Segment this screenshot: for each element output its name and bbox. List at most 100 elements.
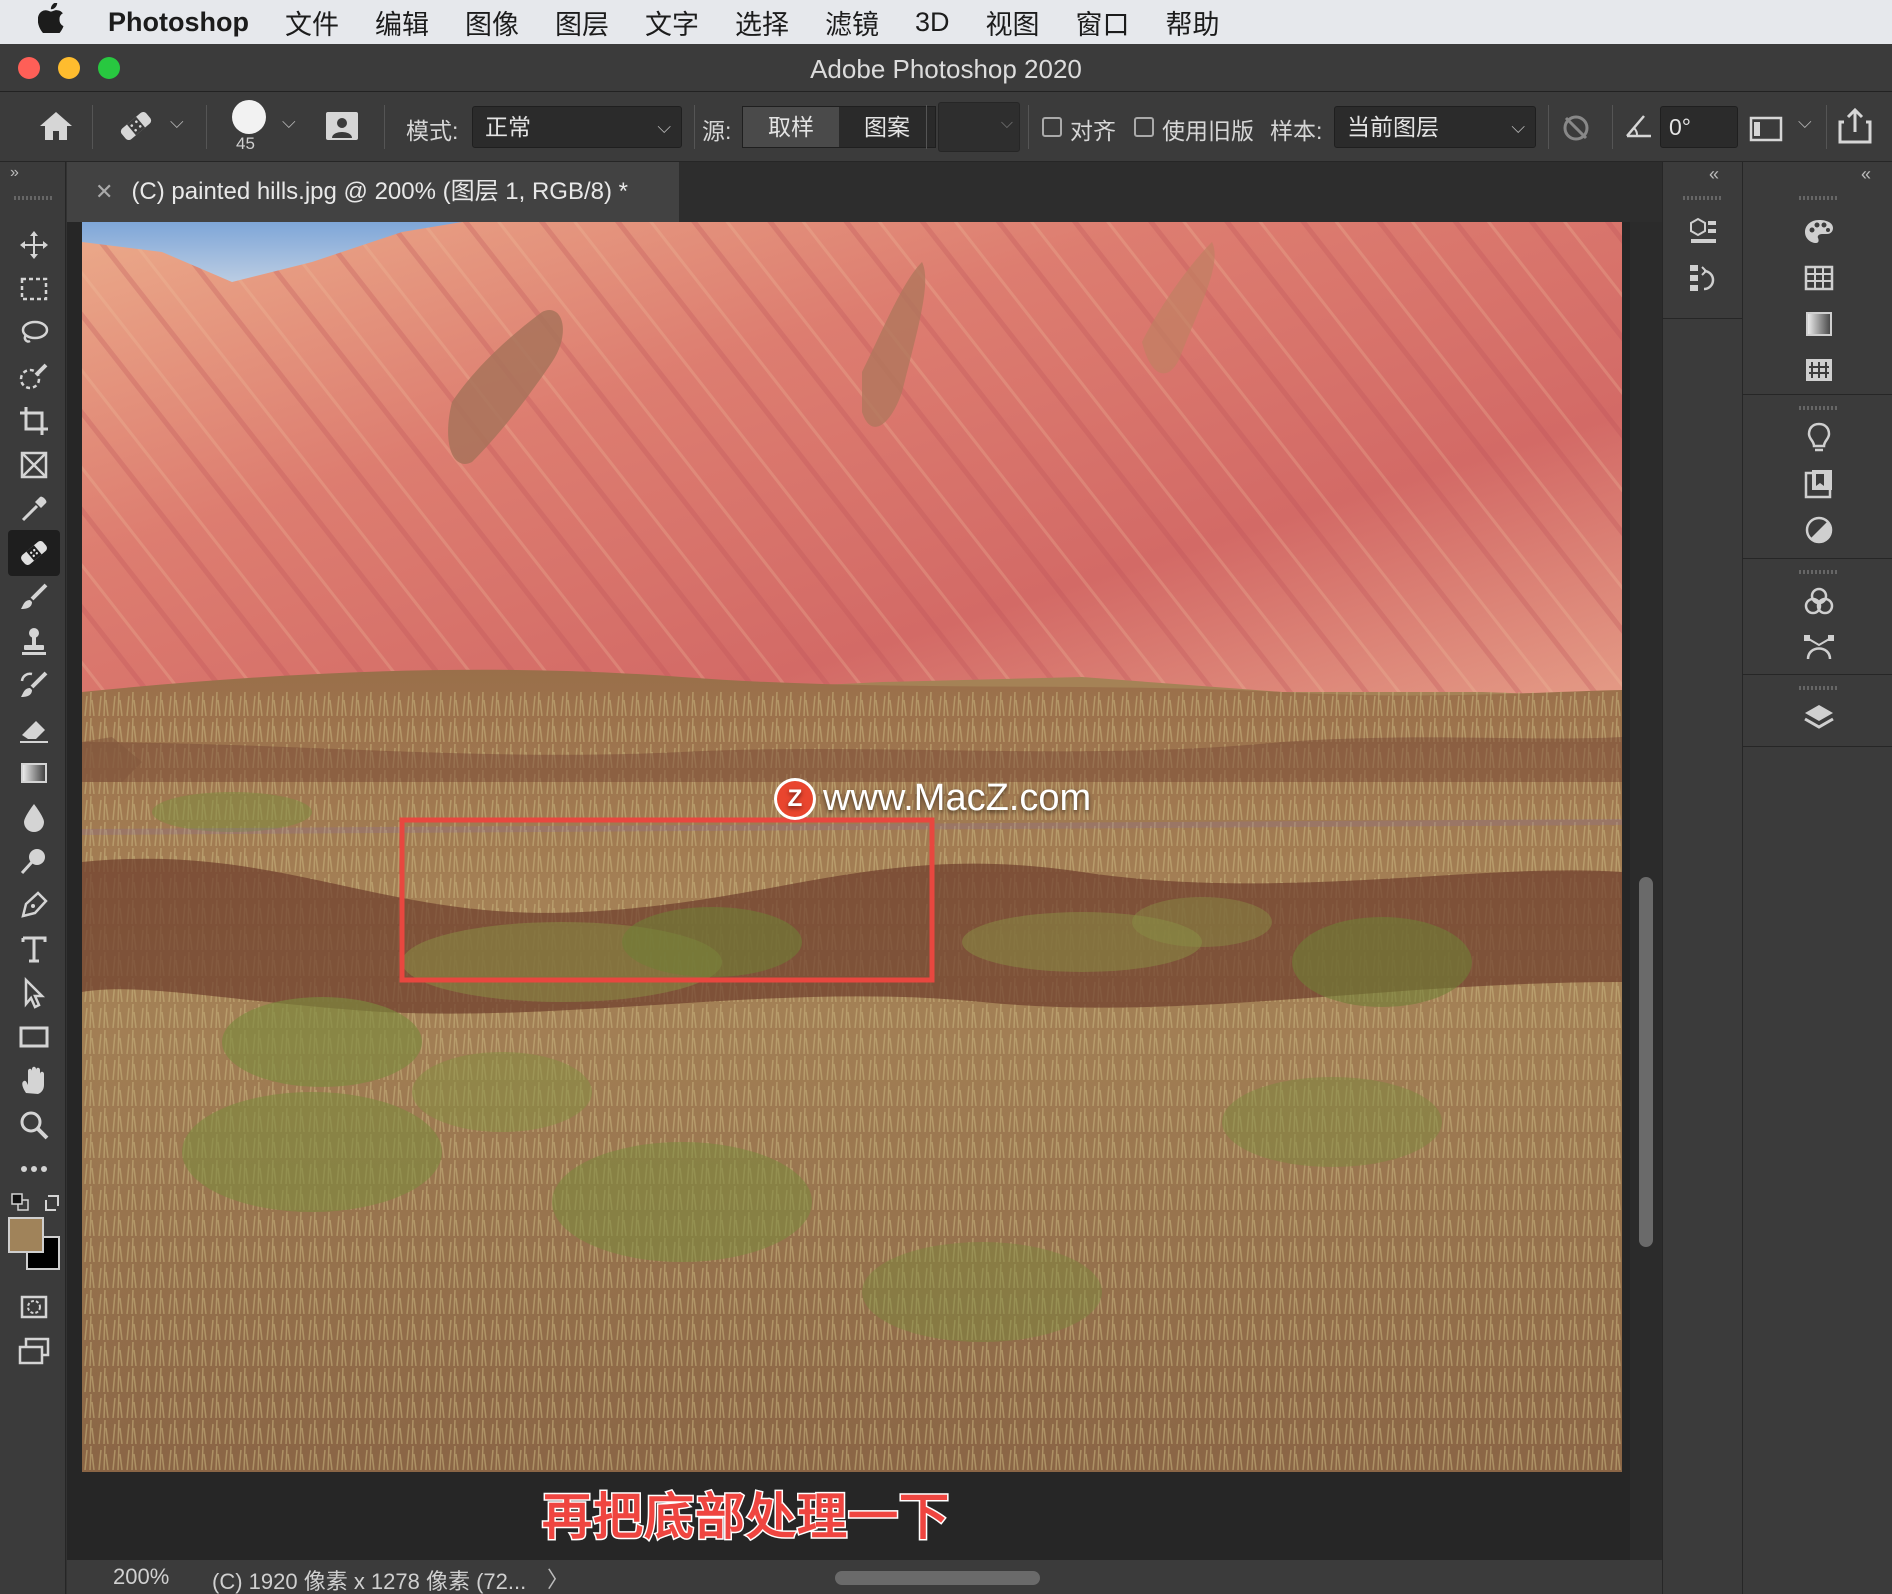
healing-brush-tool-icon[interactable]: [8, 530, 60, 576]
document-tab[interactable]: ✕ (C) painted hills.jpg @ 200% (图层 1, RGB…: [67, 162, 679, 222]
move-tool-icon[interactable]: [8, 222, 60, 268]
more-tools-icon[interactable]: [8, 1146, 60, 1192]
source-pattern-button[interactable]: 图案: [839, 107, 935, 147]
menu-edit[interactable]: 编辑: [375, 3, 429, 42]
learn-panel-icon[interactable]: [1799, 418, 1839, 458]
mode-dropdown[interactable]: 正常 ⌵: [472, 106, 682, 148]
separator: [1028, 105, 1029, 149]
type-tool-icon[interactable]: [8, 926, 60, 972]
collapse-panel-icon[interactable]: «: [1709, 164, 1719, 185]
eraser-tool-icon[interactable]: [8, 706, 60, 752]
quick-mask-icon[interactable]: [8, 1284, 60, 1330]
vertical-scrollbar[interactable]: [1630, 222, 1662, 1560]
chevron-down-icon[interactable]: ⌵: [1798, 112, 1812, 133]
use-legacy-checkbox[interactable]: [1134, 117, 1154, 137]
brush-settings-icon[interactable]: [322, 106, 362, 152]
libraries-panel-icon[interactable]: [1799, 464, 1839, 504]
patch-tool-preset-icon[interactable]: [116, 108, 156, 150]
channels-panel-icon[interactable]: [1799, 582, 1839, 622]
macz-logo-icon: Z: [777, 780, 813, 817]
history-brush-tool-icon[interactable]: [8, 662, 60, 708]
separator: [384, 105, 385, 149]
3d-panel-icon[interactable]: [1683, 212, 1723, 252]
menu-help[interactable]: 帮助: [1166, 3, 1220, 42]
default-colors-icon[interactable]: [10, 1192, 30, 1217]
screen-mode-icon[interactable]: [8, 1328, 60, 1374]
sample-dropdown[interactable]: 当前图层 ⌵: [1334, 106, 1536, 148]
panel-divider: [1743, 558, 1892, 559]
eyedropper-tool-icon[interactable]: [8, 486, 60, 532]
angle-input[interactable]: 0°: [1660, 106, 1738, 148]
expand-panel-icon[interactable]: »: [10, 164, 19, 182]
foreground-color-swatch[interactable]: [8, 1217, 44, 1253]
chevron-down-icon[interactable]: ⌵: [282, 112, 296, 133]
collapse-panel-icon[interactable]: «: [1861, 164, 1871, 185]
source-sampled-button[interactable]: 取样: [743, 107, 839, 147]
document-image[interactable]: [82, 222, 1622, 1472]
separator: [1548, 105, 1549, 149]
paths-panel-icon[interactable]: [1799, 628, 1839, 668]
ignore-adjustment-layers-icon[interactable]: [1558, 110, 1594, 152]
lasso-tool-icon[interactable]: [8, 310, 60, 356]
horizontal-scrollbar-thumb[interactable]: [835, 1571, 1040, 1585]
pattern-picker[interactable]: ⌵: [938, 102, 1020, 152]
panel-grip[interactable]: [1799, 406, 1839, 410]
source-label: 源:: [702, 118, 732, 144]
vertical-scrollbar-thumb[interactable]: [1639, 877, 1653, 1247]
separator: [694, 105, 695, 149]
panel-grip[interactable]: [1799, 570, 1839, 574]
blur-tool-icon[interactable]: [8, 794, 60, 840]
status-menu-icon[interactable]: 〉: [547, 1562, 569, 1594]
canvas-area[interactable]: Z www.MacZ.com 再把底部处理一下: [67, 222, 1662, 1560]
history-panel-icon[interactable]: [1683, 258, 1723, 298]
gradient-tool-icon[interactable]: [8, 750, 60, 796]
dodge-tool-icon[interactable]: [8, 838, 60, 884]
separator: [92, 105, 93, 149]
pressure-size-icon[interactable]: [1748, 110, 1784, 152]
menu-select[interactable]: 选择: [735, 3, 789, 42]
panel-dock-collapsed: «: [1662, 162, 1743, 1594]
panel-grip[interactable]: [1799, 196, 1839, 200]
menu-window[interactable]: 窗口: [1076, 3, 1130, 42]
frame-tool-icon[interactable]: [8, 442, 60, 488]
zoom-tool-icon[interactable]: [8, 1102, 60, 1148]
clone-stamp-tool-icon[interactable]: [8, 618, 60, 664]
menu-filter[interactable]: 滤镜: [825, 3, 879, 42]
chevron-down-icon[interactable]: ⌵: [170, 112, 184, 133]
menu-layer[interactable]: 图层: [555, 3, 609, 42]
apple-menu-icon[interactable]: [37, 2, 78, 41]
rectangle-tool-icon[interactable]: [8, 1014, 60, 1060]
home-icon[interactable]: [36, 106, 76, 152]
close-tab-icon[interactable]: ✕: [95, 179, 113, 204]
quick-selection-tool-icon[interactable]: [8, 354, 60, 400]
source-segmented-control: 取样 图案: [742, 106, 936, 148]
path-selection-tool-icon[interactable]: [8, 970, 60, 1016]
separator: [926, 105, 927, 149]
layers-panel-icon[interactable]: [1799, 698, 1839, 738]
menu-app-name[interactable]: Photoshop: [108, 7, 249, 38]
photoshop-window: Photoshop 文件 编辑 图像 图层 文字 选择 滤镜 3D 视图 窗口 …: [0, 0, 1892, 1594]
menu-view[interactable]: 视图: [986, 3, 1040, 42]
swatches-panel-icon[interactable]: [1799, 258, 1839, 298]
aligned-checkbox[interactable]: [1042, 117, 1062, 137]
pen-tool-icon[interactable]: [8, 882, 60, 928]
panel-grip[interactable]: [1799, 686, 1839, 690]
menu-image[interactable]: 图像: [465, 3, 519, 42]
crop-tool-icon[interactable]: [8, 398, 60, 444]
hand-tool-icon[interactable]: [8, 1058, 60, 1104]
panel-grip[interactable]: [14, 196, 54, 200]
swap-colors-icon[interactable]: [42, 1192, 64, 1219]
marquee-tool-icon[interactable]: [8, 266, 60, 312]
menu-file[interactable]: 文件: [285, 3, 339, 42]
zoom-level[interactable]: 200%: [113, 1564, 169, 1590]
gradients-panel-icon[interactable]: [1799, 304, 1839, 344]
share-icon[interactable]: [1836, 106, 1874, 152]
menu-type[interactable]: 文字: [645, 3, 699, 42]
brush-preview-icon[interactable]: [232, 100, 266, 134]
patterns-panel-icon[interactable]: [1799, 350, 1839, 390]
panel-grip[interactable]: [1683, 196, 1723, 200]
color-panel-icon[interactable]: [1799, 212, 1839, 252]
adjustments-panel-icon[interactable]: [1799, 510, 1839, 550]
menu-3d[interactable]: 3D: [915, 7, 950, 38]
brush-tool-icon[interactable]: [8, 574, 60, 620]
